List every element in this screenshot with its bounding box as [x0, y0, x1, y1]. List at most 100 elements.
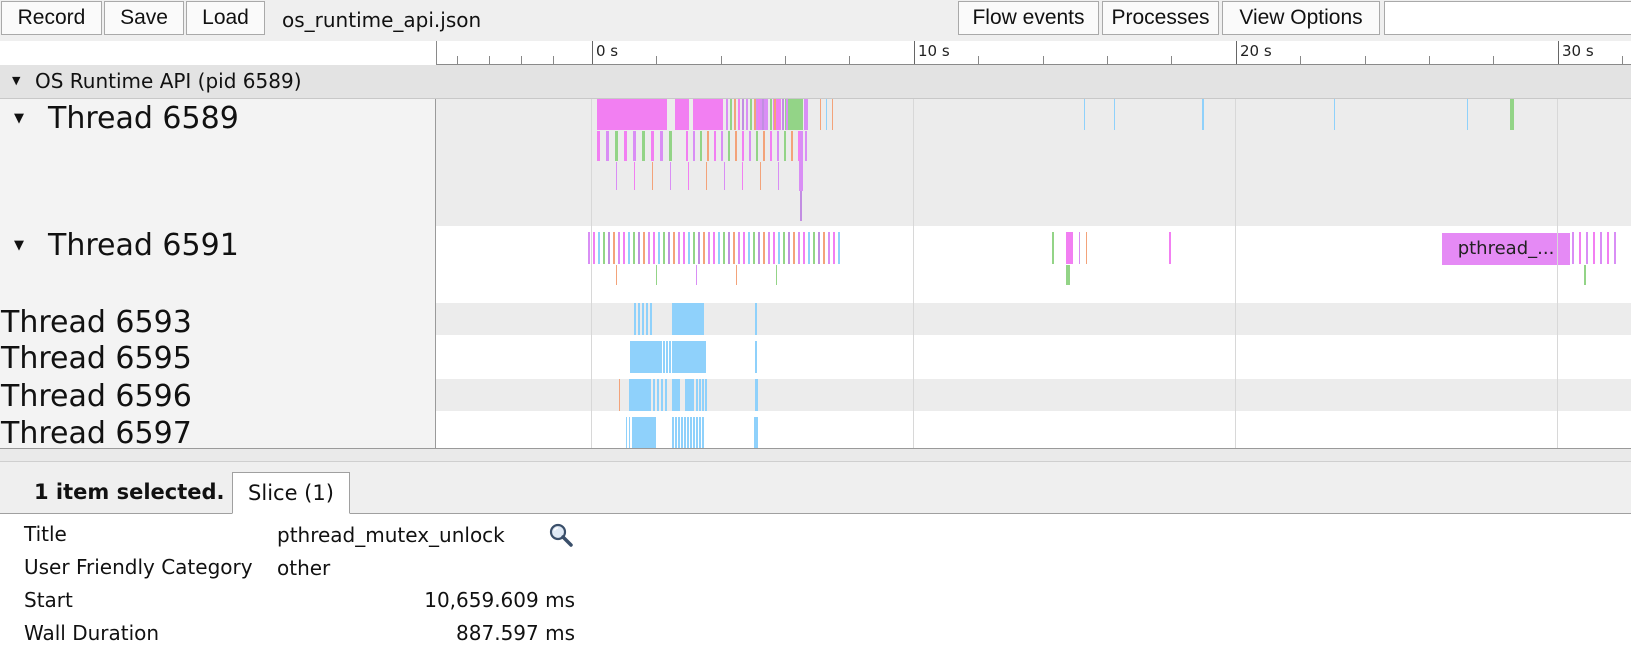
tab-slice[interactable]: Slice (1): [232, 472, 350, 514]
trace-slice[interactable]: [642, 303, 644, 335]
trace-slice[interactable]: [608, 232, 610, 264]
trace-slice[interactable]: [685, 379, 694, 411]
thread-6593-track[interactable]: [436, 303, 1631, 335]
trace-slice[interactable]: [742, 131, 744, 161]
trace-slice[interactable]: [626, 417, 627, 448]
trace-slice[interactable]: [623, 232, 625, 264]
trace-slice[interactable]: [593, 232, 595, 264]
trace-slice[interactable]: [693, 131, 695, 161]
trace-slice[interactable]: [675, 99, 689, 130]
trace-slice[interactable]: [798, 232, 800, 264]
trace-slice[interactable]: [696, 379, 698, 411]
trace-slice[interactable]: [766, 99, 768, 130]
trace-slice[interactable]: [675, 417, 677, 448]
trace-slice[interactable]: [668, 232, 670, 264]
thread-6591-label-cell[interactable]: ▼ Thread 6591: [0, 226, 436, 303]
trace-slice[interactable]: [778, 162, 779, 190]
trace-slice[interactable]: [823, 232, 825, 264]
trace-slice[interactable]: [616, 162, 617, 190]
trace-slice[interactable]: [657, 379, 659, 411]
trace-slice[interactable]: [678, 417, 680, 448]
trace-slice[interactable]: [718, 232, 720, 264]
triangle-down-icon[interactable]: ▼: [12, 74, 20, 87]
trace-slice[interactable]: [1202, 99, 1204, 130]
trace-slice[interactable]: [702, 379, 704, 411]
trace-slice[interactable]: [696, 265, 697, 285]
trace-slice[interactable]: [1579, 232, 1581, 264]
trace-slice[interactable]: [634, 303, 636, 335]
trace-slice[interactable]: [678, 232, 680, 264]
trace-slice[interactable]: [672, 379, 680, 411]
trace-slice[interactable]: [1086, 232, 1087, 264]
trace-slice[interactable]: [742, 162, 743, 190]
trace-slice[interactable]: [754, 99, 756, 130]
trace-slice[interactable]: [730, 99, 732, 130]
trace-slice[interactable]: [833, 232, 835, 264]
trace-slice[interactable]: [826, 99, 827, 130]
trace-slice[interactable]: [828, 232, 830, 264]
trace-slice[interactable]: [758, 99, 760, 130]
trace-slice[interactable]: [786, 99, 788, 130]
trace-slice[interactable]: [603, 232, 605, 264]
trace-slice[interactable]: [1510, 99, 1514, 130]
flow-events-button[interactable]: Flow events: [958, 1, 1099, 35]
trace-slice[interactable]: [778, 232, 780, 264]
thread-6593-label-cell[interactable]: Thread 6593: [0, 303, 436, 341]
trace-slice[interactable]: [1334, 99, 1335, 130]
triangle-down-icon[interactable]: ▼: [14, 238, 24, 253]
trace-slice[interactable]: [660, 341, 662, 373]
trace-slice[interactable]: [681, 417, 683, 448]
trace-slice[interactable]: [687, 417, 689, 448]
thread-6596-label-cell[interactable]: Thread 6596: [0, 379, 436, 417]
trace-slice[interactable]: [742, 99, 744, 130]
trace-slice[interactable]: [1586, 232, 1588, 264]
trace-slice[interactable]: [1467, 99, 1468, 130]
trace-slice[interactable]: [783, 232, 785, 264]
trace-slice[interactable]: [699, 417, 701, 448]
trace-slice[interactable]: [1607, 232, 1609, 264]
trace-slice[interactable]: [723, 232, 725, 264]
trace-slice[interactable]: [700, 131, 702, 161]
trace-slice[interactable]: [788, 232, 790, 264]
trace-slice[interactable]: [808, 232, 810, 264]
trace-slice[interactable]: [793, 232, 795, 264]
trace-slice[interactable]: [634, 162, 635, 190]
trace-slice[interactable]: [628, 232, 630, 264]
trace-slice[interactable]: [714, 131, 716, 161]
trace-slice[interactable]: [661, 379, 663, 411]
trace-slice[interactable]: [703, 232, 705, 264]
trace-slice[interactable]: [597, 131, 600, 161]
trace-slice[interactable]: [726, 99, 728, 130]
time-ruler[interactable]: 0 s 10 s 20 s 30 s: [436, 41, 1631, 65]
trace-slice[interactable]: [693, 99, 723, 130]
trace-slice[interactable]: [753, 232, 755, 264]
trace-slice[interactable]: [735, 131, 737, 161]
trace-slice[interactable]: [782, 99, 784, 130]
thread-6595-label-cell[interactable]: Thread 6595: [0, 341, 436, 379]
trace-slice[interactable]: [656, 265, 657, 285]
trace-slice[interactable]: [666, 341, 668, 373]
trace-slice[interactable]: [800, 191, 802, 221]
trace-slice[interactable]: [758, 232, 760, 264]
trace-slice[interactable]: [804, 99, 808, 130]
processes-button[interactable]: Processes: [1102, 1, 1219, 35]
trace-slice[interactable]: [791, 131, 793, 161]
trace-slice[interactable]: [768, 232, 770, 264]
trace-slice[interactable]: [1614, 232, 1616, 264]
trace-slice[interactable]: [702, 417, 704, 448]
trace-slice[interactable]: [738, 99, 740, 130]
trace-slice[interactable]: [1066, 232, 1073, 264]
trace-slice[interactable]: [650, 303, 652, 335]
trace-slice[interactable]: [670, 162, 671, 190]
trace-slice[interactable]: [838, 232, 840, 264]
trace-slice[interactable]: [721, 131, 723, 161]
trace-slice[interactable]: [663, 341, 665, 373]
trace-slice[interactable]: [1593, 232, 1595, 264]
trace-slice[interactable]: [750, 99, 752, 130]
trace-slice[interactable]: [672, 417, 674, 448]
trace-slice[interactable]: [746, 99, 748, 130]
trace-slice[interactable]: [724, 162, 725, 190]
trace-slice[interactable]: [708, 232, 710, 264]
trace-slice[interactable]: [648, 232, 650, 264]
trace-slice[interactable]: [653, 379, 655, 411]
